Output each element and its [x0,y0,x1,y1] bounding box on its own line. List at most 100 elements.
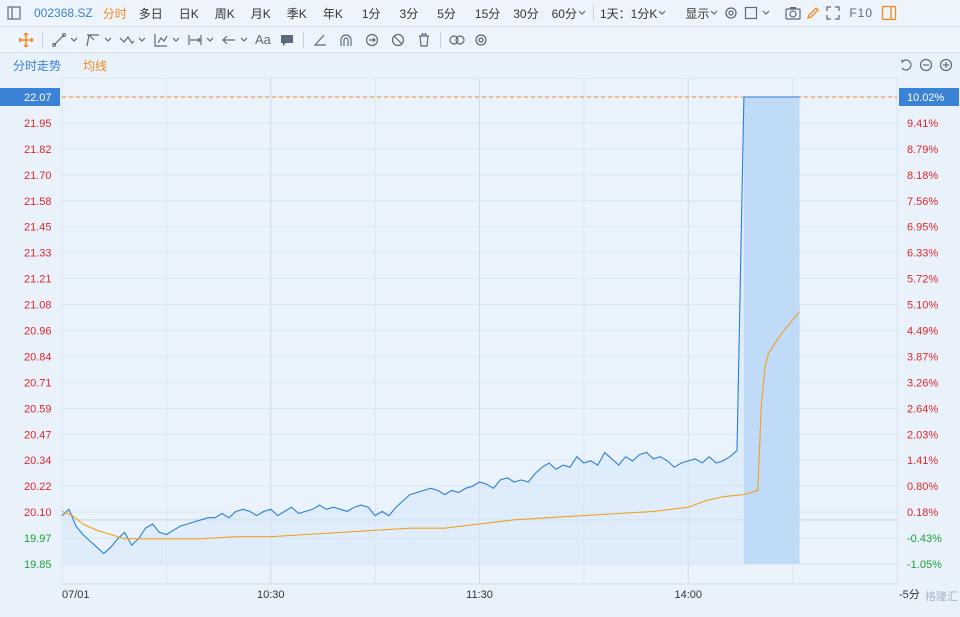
zoom-out-icon[interactable] [916,55,936,75]
intraday-chart-svg[interactable]: 22.07 21.95 21.82 21.70 21.58 21.45 21.33 21.21… [0,77,960,614]
y-tick-label: 21.45 [24,222,52,234]
divider [302,31,304,48]
display-menu[interactable]: 显示 [685,2,709,24]
divider [592,5,594,21]
magnet-icon[interactable] [336,30,356,50]
y-tick-label: 22.07 [24,92,52,104]
period-tab-zhouk[interactable]: 周K [215,2,235,24]
x-tick-label: 14:00 [674,589,702,601]
pct-tick-label: 10.02% [907,92,945,104]
zoom-in-icon[interactable] [936,55,956,75]
pct-tick-label: -1.05% [907,559,942,571]
period-tab-15min[interactable]: 15分 [475,2,500,24]
text-tool[interactable]: Aa [255,29,271,51]
angle-icon[interactable] [310,30,330,50]
chevron-down-icon[interactable] [577,3,587,23]
y-tick-label: 20.71 [24,377,52,389]
line-tool-icon[interactable] [49,30,69,50]
arrow-left-icon[interactable] [219,30,239,50]
pct-tick-label: 4.49% [907,326,938,338]
period-tab-30min[interactable]: 30分 [513,2,538,24]
divider [42,31,43,48]
chevron-down-icon[interactable] [69,30,79,50]
pct-tick-label: 8.79% [907,144,938,156]
intraday-chart[interactable]: 22.07 21.95 21.82 21.70 21.58 21.45 21.33 21.21… [0,77,960,614]
chevron-down-icon[interactable] [103,30,113,50]
camera-icon[interactable] [783,3,803,23]
y-tick-label: 20.22 [24,481,52,493]
period-tab-60min[interactable]: 60分 [552,2,577,24]
period-tab-3min[interactable]: 3分 [400,2,419,24]
pct-tick-label: 1.41% [907,455,938,467]
wave-tool-icon[interactable] [117,30,137,50]
pencil-icon[interactable] [803,3,823,23]
y-tick-label: 20.84 [24,351,52,363]
tab-time-trend[interactable]: 分时走势 [13,57,61,74]
period-tab-yuek[interactable]: 月K [251,2,271,24]
square-icon[interactable] [741,3,761,23]
x-tick-label: 10:30 [257,589,285,601]
f10-button[interactable]: F10 [849,2,873,24]
sidebar-toggle-icon[interactable] [4,3,24,23]
channel-tool-icon[interactable] [83,30,103,50]
hide-icon[interactable] [388,30,408,50]
range-tool-icon[interactable] [185,30,205,50]
limit-up-fill [743,97,800,564]
y-tick-label: 20.10 [24,507,52,519]
divider [439,31,441,48]
sync-icon[interactable] [362,30,382,50]
fullscreen-icon[interactable] [823,3,843,23]
chevron-down-icon[interactable] [137,30,147,50]
pct-tick-label: -0.43% [907,533,942,545]
undo-icon[interactable] [896,55,916,75]
pct-tick-label: 3.26% [907,377,938,389]
gear-icon[interactable] [471,30,491,50]
period-tab-duori[interactable]: 多日 [139,2,163,24]
chevron-down-icon[interactable] [761,3,771,23]
watermark-text: 格隆汇 [925,589,958,603]
trash-icon[interactable] [414,30,434,50]
x-tick-label: 07/01 [62,589,90,601]
measure-tool-icon[interactable] [151,30,171,50]
period-tab-fenshi[interactable]: 分时 [103,2,127,24]
period-tab-niank[interactable]: 年K [323,2,343,24]
period-tab-jik[interactable]: 季K [287,2,307,24]
period-tab-5min[interactable]: 5分 [437,2,456,24]
link-icon[interactable] [447,30,467,50]
pct-tick-label: 2.03% [907,429,938,441]
range-select[interactable]: 1天：1分K [600,2,657,24]
chevron-down-icon[interactable] [171,30,181,50]
pct-tick-label: 8.18% [907,170,938,182]
y-tick-label: 21.95 [24,118,52,130]
drawing-toolbar: Aa [0,27,960,53]
panel-toggle-icon[interactable] [879,3,899,23]
y-tick-label: 21.82 [24,144,52,156]
chevron-down-icon[interactable] [239,30,249,50]
chevron-down-icon[interactable] [657,3,667,23]
y-tick-label: 21.33 [24,248,52,260]
chevron-down-icon[interactable] [205,30,215,50]
pct-tick-label: 3.87% [907,351,938,363]
period-tab-1min[interactable]: 1分 [362,2,381,24]
y-tick-label: 20.59 [24,403,52,415]
move-icon[interactable] [16,30,36,50]
y-tick-label: 19.97 [24,533,52,545]
y-tick-label: 21.21 [24,274,52,286]
settings-icon[interactable] [721,3,741,23]
x-tick-label: 11:30 [466,589,493,601]
tab-average-line[interactable]: 均线 [83,57,107,74]
chevron-down-icon[interactable] [709,3,719,23]
y-tick-label: 21.58 [24,196,52,208]
pct-tick-label: 6.95% [907,222,938,234]
chart-subtabs: 分时走势 均线 [0,53,960,77]
stock-symbol[interactable]: 002368.SZ [34,2,93,24]
y-tick-label: 21.70 [24,170,52,182]
pct-tick-label: 9.41% [907,118,938,130]
pct-tick-label: 5.10% [907,300,938,312]
pct-tick-label: 5.72% [907,274,938,286]
period-tab-rik[interactable]: 日K [179,2,199,24]
y-tick-label: 20.47 [24,429,52,441]
comment-icon[interactable] [277,30,297,50]
pct-tick-label: 2.64% [907,403,938,415]
pct-tick-label: 7.56% [907,196,938,208]
